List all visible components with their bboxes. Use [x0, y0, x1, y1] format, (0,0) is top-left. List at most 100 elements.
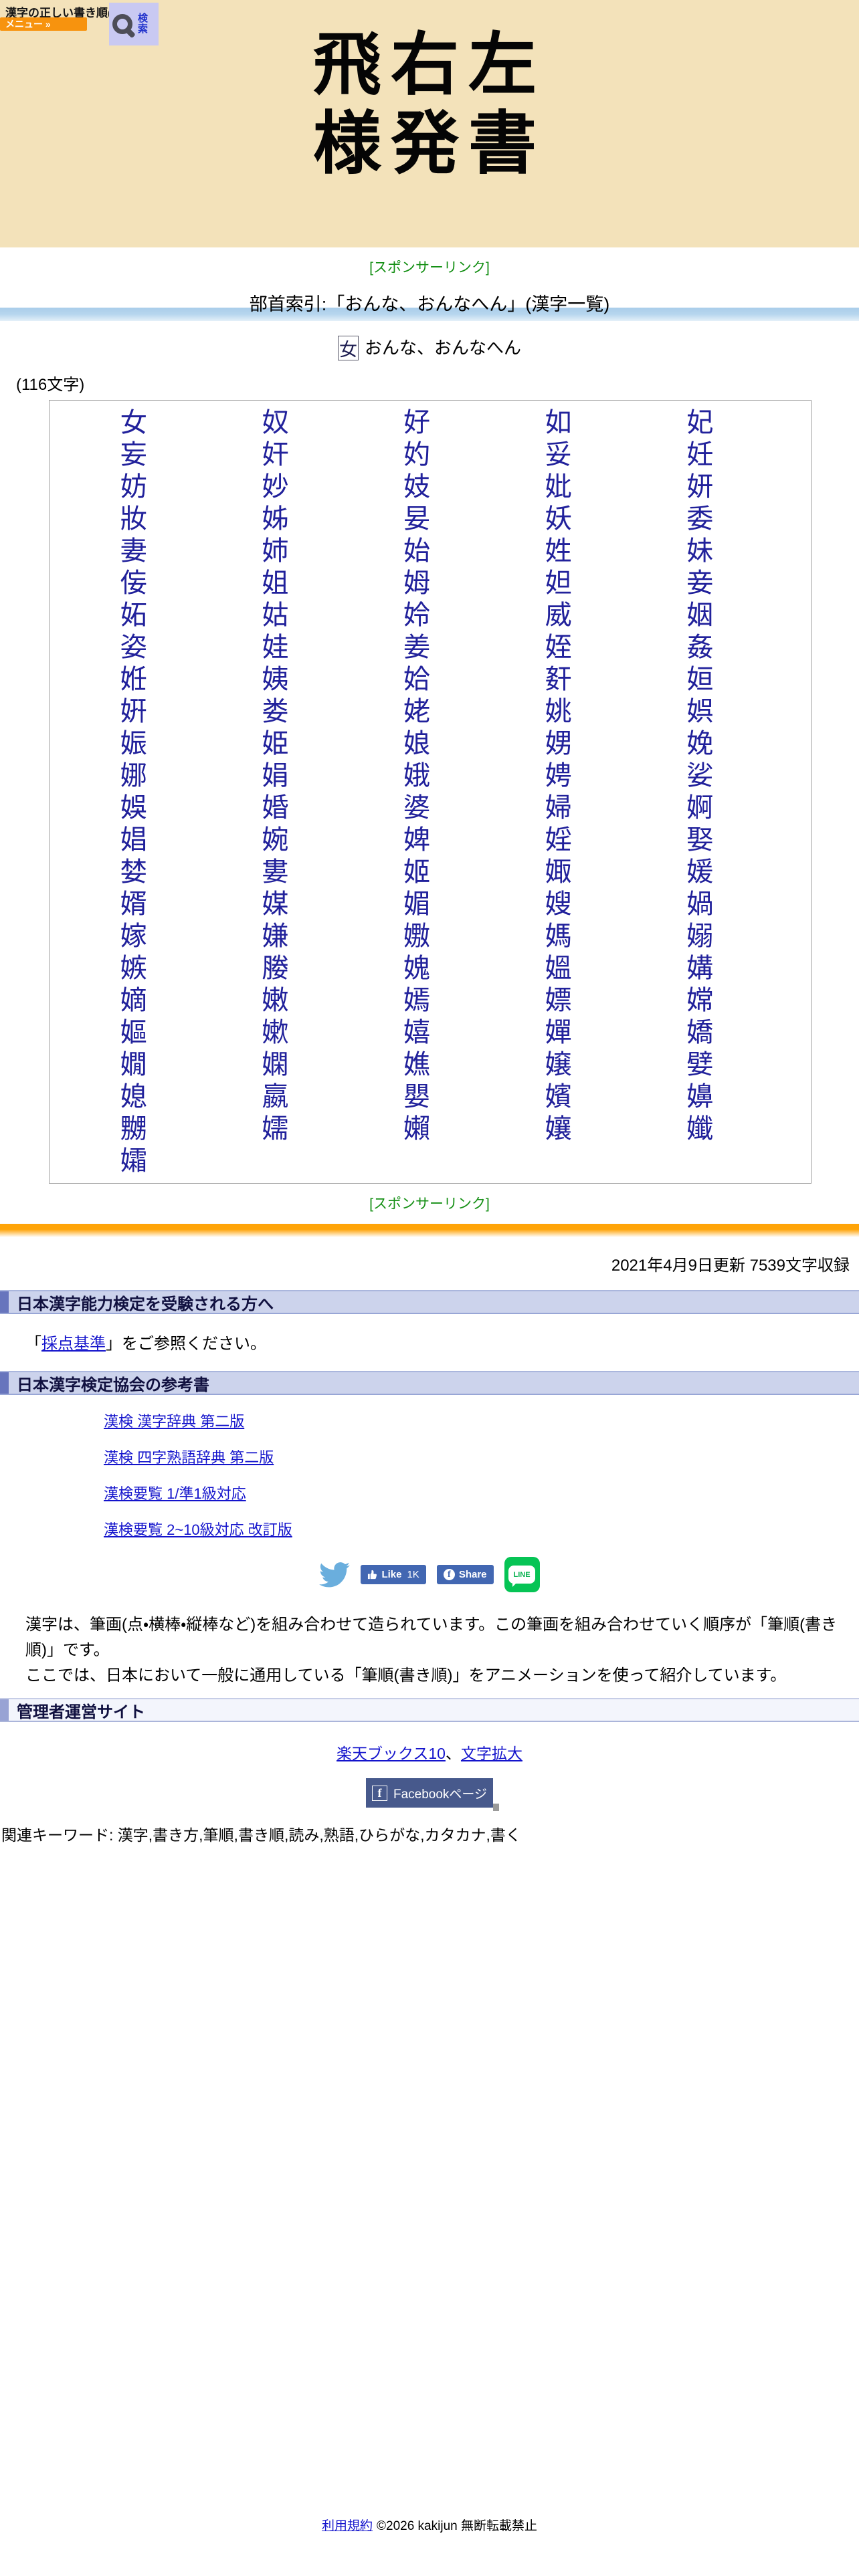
kanji-link[interactable]: 婪 — [120, 856, 147, 888]
kanji-link[interactable]: 姻 — [686, 599, 713, 631]
kanji-link[interactable]: 娯 — [686, 695, 713, 728]
kanji-link[interactable]: 娛 — [120, 792, 147, 824]
kanji-link[interactable]: 嬢 — [545, 1049, 572, 1081]
kanji-link[interactable]: 嫋 — [686, 920, 713, 952]
kanji-link[interactable]: 奸 — [262, 439, 288, 471]
kanji-link[interactable]: 嬶 — [686, 1081, 713, 1113]
kanji-link[interactable]: 妄 — [120, 439, 147, 471]
kanji-link[interactable]: 娃 — [262, 631, 288, 663]
kanji-link[interactable]: 姨 — [262, 663, 288, 695]
facebook-page-badge[interactable]: f Facebookページ — [366, 1778, 499, 1811]
kanji-link[interactable]: 姶 — [403, 663, 430, 695]
kanji-link[interactable]: 嫶 — [403, 1049, 430, 1081]
kanji-link[interactable]: 嬾 — [403, 1113, 430, 1145]
kanji-link[interactable]: 妁 — [403, 439, 430, 471]
kanji-link[interactable]: 侫 — [120, 567, 147, 599]
kanji-link[interactable]: 女 — [120, 407, 147, 439]
kanji-link[interactable]: 姫 — [262, 728, 288, 760]
kanji-link[interactable]: 妝 — [120, 503, 147, 535]
kanji-link[interactable]: 娠 — [120, 728, 147, 760]
facebook-share-button[interactable]: f Share — [436, 1565, 494, 1584]
kanji-link[interactable]: 姦 — [686, 631, 713, 663]
kanji-link[interactable]: 委 — [686, 503, 713, 535]
kanji-link[interactable]: 姐 — [262, 567, 288, 599]
kanji-link[interactable]: 娟 — [262, 760, 288, 792]
kanji-link[interactable]: 嬋 — [545, 1016, 572, 1049]
book-link[interactable]: 漢検要覧 1/準1級対応 — [104, 1482, 246, 1503]
kanji-link[interactable]: 姮 — [686, 663, 713, 695]
kanji-link[interactable]: 嫂 — [545, 888, 572, 920]
kanji-link[interactable]: 婬 — [545, 824, 572, 856]
kanji-link[interactable]: 娥 — [403, 760, 430, 792]
kanji-link[interactable]: 婚 — [262, 792, 288, 824]
kanji-link[interactable]: 嫁 — [120, 920, 147, 952]
kanji-link[interactable]: 嬲 — [120, 1113, 147, 1145]
kanji-link[interactable]: 姑 — [262, 599, 288, 631]
kanji-link[interactable]: 姪 — [545, 631, 572, 663]
kanji-link[interactable]: 媵 — [262, 952, 288, 984]
kanji-link[interactable]: 娑 — [686, 760, 713, 792]
kanji-link[interactable]: 婿 — [120, 888, 147, 920]
kanji-link[interactable]: 嫌 — [262, 920, 288, 952]
kanji-link[interactable]: 嫡 — [120, 984, 147, 1016]
kanji-link[interactable]: 姈 — [403, 599, 430, 631]
rakuten-books-link[interactable]: 楽天ブックス10 — [337, 1745, 446, 1762]
kanji-link[interactable]: 嬖 — [686, 1049, 713, 1081]
kanji-link[interactable]: 媚 — [403, 888, 430, 920]
kanji-link[interactable]: 妊 — [686, 439, 713, 471]
moji-kakudai-link[interactable]: 文字拡大 — [461, 1745, 522, 1762]
kanji-link[interactable]: 威 — [545, 599, 572, 631]
kanji-link[interactable]: 嫣 — [403, 984, 430, 1016]
kanji-link[interactable]: 孅 — [686, 1113, 713, 1145]
kanji-link[interactable]: 姙 — [120, 663, 147, 695]
kanji-link[interactable]: 嫖 — [545, 984, 572, 1016]
book-link[interactable]: 漢検 漢字辞典 第二版 — [104, 1410, 244, 1431]
kanji-link[interactable]: 嬬 — [262, 1113, 288, 1145]
kanji-link[interactable]: 始 — [403, 535, 430, 567]
kanji-link[interactable]: 如 — [545, 407, 572, 439]
kanji-link[interactable]: 娵 — [545, 856, 572, 888]
kanji-link[interactable]: 嫰 — [262, 1016, 288, 1049]
kanji-link[interactable]: 媼 — [545, 952, 572, 984]
kanji-link[interactable]: 娩 — [686, 728, 713, 760]
kanji-link[interactable]: 孃 — [545, 1113, 572, 1145]
kanji-link[interactable]: 妙 — [262, 471, 288, 503]
kanji-link[interactable]: 姊 — [262, 503, 288, 535]
kanji-link[interactable]: 嫦 — [686, 984, 713, 1016]
kanji-link[interactable]: 嬉 — [403, 1016, 430, 1049]
kanji-link[interactable]: 妍 — [686, 471, 713, 503]
kanji-link[interactable]: 姸 — [120, 695, 147, 728]
kanji-link[interactable]: 嬰 — [403, 1081, 430, 1113]
kanji-link[interactable]: 妣 — [545, 471, 572, 503]
kanji-link[interactable]: 妹 — [686, 535, 713, 567]
kanji-link[interactable]: 嫗 — [120, 1016, 147, 1049]
kanji-link[interactable]: 妾 — [686, 567, 713, 599]
kanji-link[interactable]: 嬌 — [686, 1016, 713, 1049]
kanji-link[interactable]: 婢 — [403, 824, 430, 856]
kanji-link[interactable]: 妥 — [545, 439, 572, 471]
kanji-link[interactable]: 姓 — [545, 535, 572, 567]
kanji-link[interactable]: 姬 — [403, 856, 430, 888]
kanji-link[interactable]: 娉 — [545, 760, 572, 792]
kanji-link[interactable]: 媽 — [545, 920, 572, 952]
kanji-link[interactable]: 嫉 — [120, 952, 147, 984]
kanji-link[interactable]: 姉 — [262, 535, 288, 567]
kanji-link[interactable]: 妲 — [545, 567, 572, 599]
kanji-link[interactable]: 妓 — [403, 471, 430, 503]
kanji-link[interactable]: 媾 — [686, 952, 713, 984]
kanji-link[interactable]: 娘 — [403, 728, 430, 760]
kanji-link[interactable]: 嫐 — [403, 920, 430, 952]
book-link[interactable]: 漢検要覧 2~10級対応 改訂版 — [104, 1518, 292, 1539]
kanji-link[interactable]: 媧 — [686, 888, 713, 920]
terms-link[interactable]: 利用規約 — [322, 2519, 373, 2533]
kanji-link[interactable]: 嬴 — [262, 1081, 288, 1113]
kanji-link[interactable]: 娚 — [545, 728, 572, 760]
facebook-like-button[interactable]: Like 1K — [361, 1565, 426, 1584]
kanji-link[interactable]: 姧 — [545, 663, 572, 695]
kanji-link[interactable]: 婀 — [686, 792, 713, 824]
scoring-standard-link[interactable]: 採点基準 — [41, 1335, 106, 1353]
kanji-link[interactable]: 姜 — [403, 631, 430, 663]
kanji-link[interactable]: 娼 — [120, 824, 147, 856]
kanji-link[interactable]: 孀 — [120, 1145, 147, 1177]
kanji-link[interactable]: 姥 — [403, 695, 430, 728]
